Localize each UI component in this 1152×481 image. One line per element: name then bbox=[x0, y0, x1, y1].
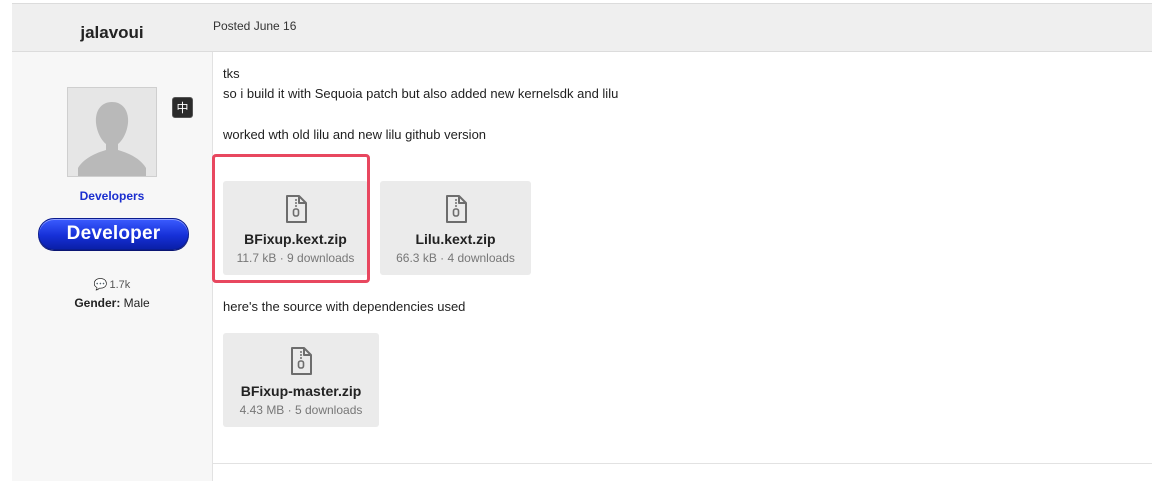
post-divider bbox=[213, 463, 1152, 464]
posted-date[interactable]: Posted June 16 bbox=[213, 19, 296, 33]
attachment-card[interactable]: BFixup.kext.zip 11.7 kB · 9 downloads bbox=[223, 181, 368, 275]
post-count-value: 1.7k bbox=[109, 279, 131, 291]
post-text-line: tks bbox=[223, 66, 240, 81]
avatar[interactable] bbox=[67, 87, 157, 177]
attachment-card[interactable]: BFixup-master.zip 4.43 MB · 5 downloads bbox=[223, 333, 379, 427]
attachment-meta: 11.7 kB · 9 downloads bbox=[236, 251, 355, 265]
developer-badge: Developer bbox=[38, 218, 189, 250]
zip-file-icon bbox=[445, 195, 467, 223]
default-avatar-icon bbox=[68, 88, 156, 176]
comment-bubble-icon: 💬 bbox=[93, 279, 108, 291]
attachment-name[interactable]: Lilu.kext.zip bbox=[415, 231, 495, 247]
group-link[interactable]: Developers bbox=[12, 189, 212, 203]
post-count: 💬 1.7k bbox=[12, 278, 212, 291]
attachment-meta: 66.3 kB · 4 downloads bbox=[396, 251, 515, 265]
post-text-line: here's the source with dependencies used bbox=[223, 299, 466, 314]
post-text-line: worked wth old lilu and new lilu github … bbox=[223, 127, 487, 142]
attachment-card[interactable]: Lilu.kext.zip 66.3 kB · 4 downloads bbox=[380, 181, 531, 275]
post-text-line: so i build it with Sequoia patch but als… bbox=[223, 86, 619, 101]
attachment-name[interactable]: BFixup.kext.zip bbox=[244, 231, 347, 247]
gender-value: Male bbox=[123, 296, 150, 310]
attachment-name[interactable]: BFixup-master.zip bbox=[241, 383, 362, 399]
zip-file-icon bbox=[291, 347, 312, 375]
attachment-meta: 4.43 MB · 5 downloads bbox=[239, 403, 363, 417]
zip-file-icon bbox=[285, 195, 307, 223]
gender-field: Gender: Male bbox=[12, 296, 212, 310]
gender-label: Gender: bbox=[74, 296, 121, 310]
language-icon[interactable]: 中 bbox=[172, 97, 193, 118]
